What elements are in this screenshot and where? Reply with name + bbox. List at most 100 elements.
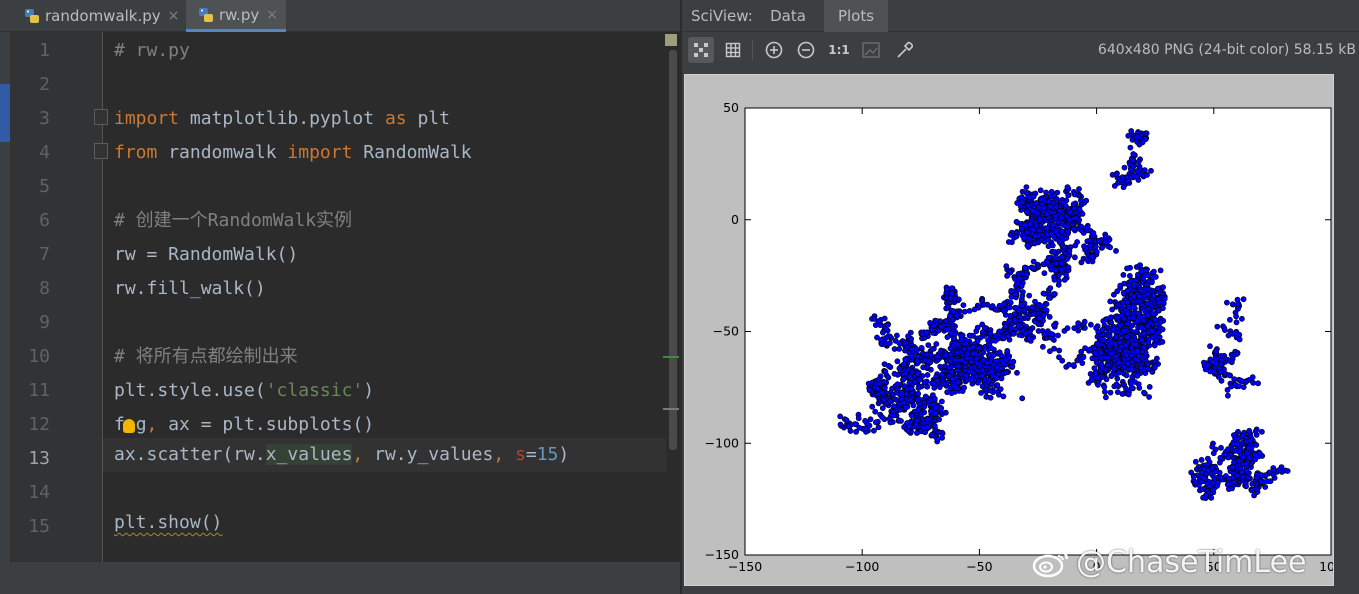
code-line-6[interactable]: # 创建一个RandomWalk实例 [114, 204, 352, 238]
color-picker-icon[interactable] [892, 37, 918, 63]
scatter-point [1021, 307, 1028, 314]
scatter-point [925, 342, 932, 348]
fit-window-icon[interactable] [858, 37, 884, 63]
warning-marker[interactable] [663, 408, 679, 410]
scatter-point [1096, 237, 1103, 244]
line-number: 3 [39, 108, 50, 129]
scatter-point [953, 349, 960, 356]
scatter-point [1108, 350, 1115, 357]
scrollbar-thumb[interactable] [669, 50, 677, 450]
close-icon[interactable]: × [266, 7, 278, 23]
fold-marker-icon[interactable] [94, 109, 108, 125]
line-number-current: 13 [28, 448, 50, 469]
code-editor[interactable]: randomwalk.py × rw.py × 1 2 3 4 5 6 7 8 … [0, 0, 680, 594]
plot-image: −150−100−50050100−150−100−50050 [684, 74, 1334, 586]
fold-marker-icon[interactable] [94, 143, 108, 159]
plot-viewer[interactable]: −150−100−50050100−150−100−50050 [682, 68, 1359, 594]
x-tick-label: −50 [966, 559, 992, 574]
grid-table-icon[interactable] [720, 37, 746, 63]
zoom-out-icon[interactable] [793, 37, 819, 63]
keyword-argument: s [504, 444, 526, 465]
scatter-point [1031, 310, 1038, 317]
scatter-point [1043, 301, 1050, 307]
tab-plots[interactable]: Plots [824, 0, 888, 32]
scatter-point [979, 383, 986, 390]
code-line-8[interactable]: rw.fill_walk() [114, 272, 266, 306]
scatter-point [1064, 184, 1071, 190]
scatter-point [1130, 151, 1137, 157]
tab-randomwalk-py[interactable]: randomwalk.py × [10, 0, 184, 32]
scatter-point [1008, 287, 1015, 294]
scatter-point [979, 372, 985, 379]
scatter-point [955, 363, 962, 370]
code-line-11[interactable]: plt.style.use('classic') [114, 374, 374, 408]
scatter-point [870, 427, 877, 434]
scatter-point [1252, 428, 1259, 435]
inspection-status-icon[interactable] [665, 34, 677, 46]
scatter-point [945, 364, 952, 371]
code-text: rw.y_values [363, 444, 494, 465]
scatter-point [1120, 327, 1127, 334]
scatter-point [1154, 285, 1161, 292]
change-marker[interactable] [663, 356, 679, 358]
scatter-point [1040, 261, 1047, 268]
code-line-3[interactable]: import matplotlib.pyplot as plt [114, 102, 450, 136]
intention-bulb-icon[interactable] [123, 419, 135, 433]
line-number: 14 [28, 482, 50, 503]
code-line-10[interactable]: # 将所有点都绘制出来 [114, 340, 298, 374]
scatter-point [1244, 450, 1251, 456]
scatter-point [1008, 293, 1015, 300]
zoom-in-icon[interactable] [761, 37, 787, 63]
scatter-point [1051, 276, 1058, 283]
scatter-point [953, 312, 960, 319]
scatter-point [1005, 239, 1012, 245]
scatter-point [1137, 262, 1143, 268]
close-icon[interactable]: × [168, 8, 180, 24]
code-line-12[interactable]: fig, ax = plt.subplots() [114, 408, 374, 442]
code-line-15[interactable]: plt.show() [114, 506, 222, 540]
scatter-point [1016, 314, 1023, 320]
code-text: plt [406, 108, 450, 129]
scatter-point [1044, 231, 1051, 238]
scatter-point [875, 318, 882, 325]
scatter-point [867, 416, 874, 423]
scatter-point [1102, 239, 1109, 246]
tab-rw-py[interactable]: rw.py × [186, 0, 286, 32]
scatter-point [970, 350, 976, 357]
scatter-point [862, 425, 868, 432]
scatter-point [1246, 427, 1253, 434]
scatter-point [989, 303, 996, 309]
actual-size-icon[interactable]: 1:1 [826, 37, 852, 63]
scatter-point [1031, 240, 1038, 247]
scatter-point [1134, 372, 1141, 379]
scatter-point [1129, 136, 1136, 143]
scatter-point [1146, 394, 1152, 400]
scatter-point [1240, 296, 1247, 303]
tab-data[interactable]: Data [766, 0, 810, 32]
scatter-point [893, 332, 900, 339]
scatter-point [1233, 319, 1240, 326]
y-tick-label: 0 [731, 212, 739, 227]
code-line-7[interactable]: rw = RandomWalk() [114, 238, 298, 272]
code-line-13[interactable]: ax.scatter(rw.x_values, rw.y_values, s=1… [114, 438, 569, 472]
scatter-point [1045, 295, 1052, 301]
scatter-point [1248, 487, 1255, 494]
scatter-point [1150, 311, 1157, 318]
scatter-point [1111, 365, 1118, 372]
scatter-point [915, 385, 922, 391]
scatter-point [994, 382, 1001, 388]
scatter-point [988, 345, 995, 351]
scatter-point [947, 345, 954, 352]
scatter-point [961, 308, 968, 315]
code-text: ) [558, 444, 570, 465]
scatter-point [958, 337, 965, 343]
scatter-point [924, 372, 931, 378]
code-line-1[interactable]: # rw.py [114, 34, 190, 68]
scatter-point [1077, 197, 1084, 204]
scatter-point [1079, 210, 1086, 217]
scatter-point [902, 356, 909, 363]
scatter-point [891, 403, 898, 410]
grid-dots-icon[interactable] [688, 37, 714, 63]
code-line-4[interactable]: from randomwalk import RandomWalk [114, 136, 472, 170]
scatter-point [902, 404, 909, 411]
